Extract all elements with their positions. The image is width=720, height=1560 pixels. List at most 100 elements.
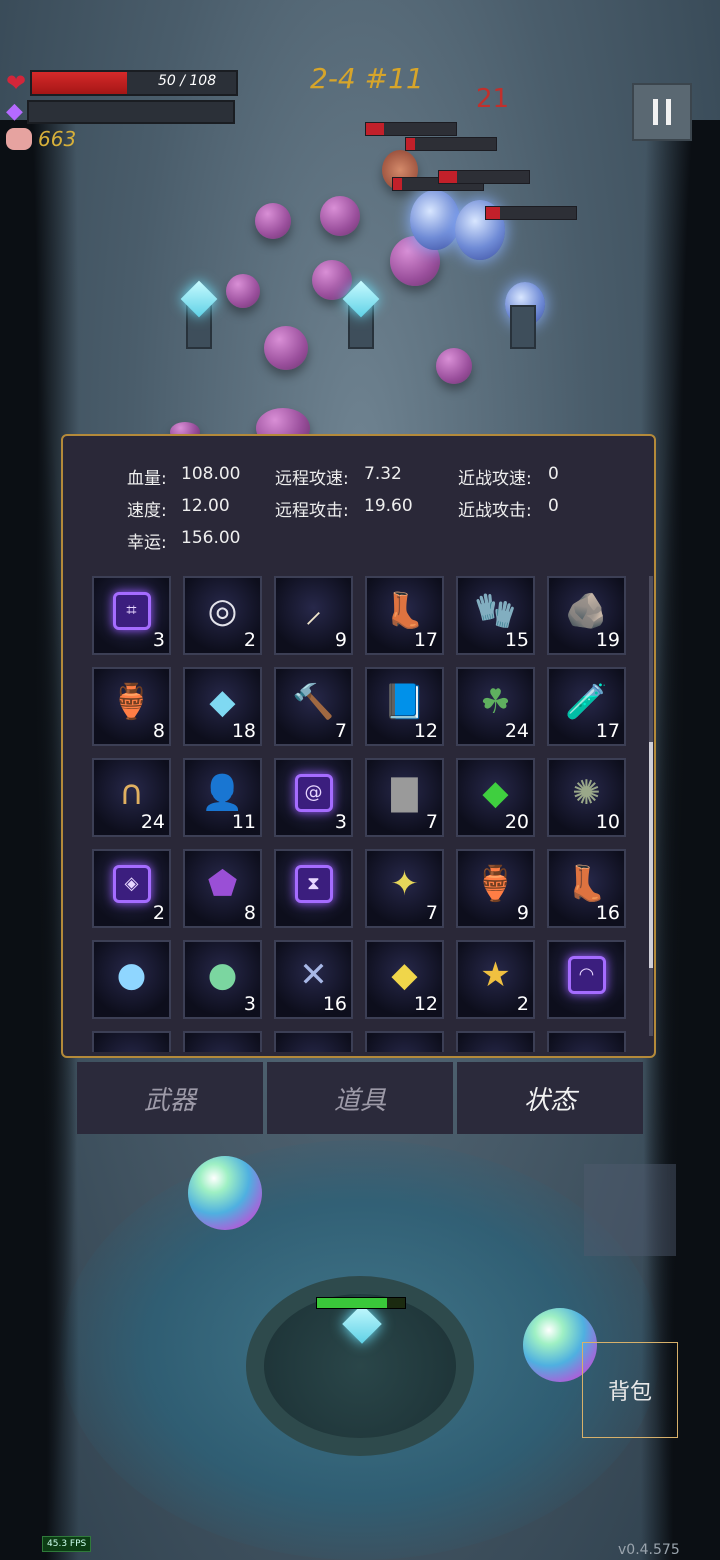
potion-quick-slot[interactable] xyxy=(584,1164,676,1256)
hp-row: ❤ 50 / 108 xyxy=(6,69,239,97)
item-slot[interactable]: ◎ 2 xyxy=(183,576,262,655)
item-slot[interactable] xyxy=(456,1031,535,1052)
item-slot[interactable]: ● xyxy=(92,940,171,1019)
tab-weapons[interactable]: 武器 xyxy=(77,1062,263,1134)
enemy-health-bar xyxy=(365,122,457,136)
item-count: 24 xyxy=(504,720,529,742)
rune-cross-icon: ⌗ xyxy=(112,592,151,630)
star-trophy-icon: ★ xyxy=(480,955,511,995)
hammer-icon: 🔨 xyxy=(292,682,335,722)
enemy-orb xyxy=(226,274,260,308)
pouch-icon: 🏺 xyxy=(474,864,517,904)
tombstone-icon: ▇ xyxy=(391,773,418,813)
scroll-thumb[interactable] xyxy=(649,742,653,968)
item-slot[interactable] xyxy=(92,1031,171,1052)
grid-scrollbar[interactable] xyxy=(649,576,653,1036)
item-slot[interactable]: ● 3 xyxy=(183,940,262,1019)
potion-icon: 🧪 xyxy=(565,682,608,722)
boots-icon: 👢 xyxy=(383,591,426,631)
stat-melee-attack-value: 0 xyxy=(548,496,559,516)
item-slot[interactable]: 👤 11 xyxy=(183,758,262,837)
stone-icon: 🪨 xyxy=(565,591,608,631)
item-slot[interactable]: ✦ 7 xyxy=(365,849,444,928)
item-count: 3 xyxy=(334,811,347,833)
item-slot[interactable] xyxy=(183,1031,262,1052)
hp-text: 50 / 108 xyxy=(157,73,217,89)
item-slot[interactable]: 🪨 19 xyxy=(547,576,626,655)
tab-items[interactable]: 道具 xyxy=(267,1062,453,1134)
item-slot[interactable]: ▇ 7 xyxy=(365,758,444,837)
item-count: 16 xyxy=(595,902,620,924)
item-slot[interactable]: ⬟ 8 xyxy=(183,849,262,928)
item-slot[interactable]: 👢 17 xyxy=(365,576,444,655)
stage-label: 2-4 #11 xyxy=(310,62,424,95)
item-slot[interactable]: ☘ 24 xyxy=(456,667,535,746)
stat-ranged-speed-value: 7.32 xyxy=(364,464,402,484)
enemy-orb xyxy=(320,196,360,236)
pause-button[interactable] xyxy=(632,83,692,141)
pillar xyxy=(510,305,536,349)
stat-melee-speed-value: 0 xyxy=(548,464,559,484)
player-health-bar xyxy=(316,1297,406,1309)
item-slot[interactable] xyxy=(365,1031,444,1052)
item-slot[interactable] xyxy=(547,1031,626,1052)
stat-speed-label: 速度: xyxy=(127,501,167,521)
mana-row: ◆ xyxy=(6,99,235,124)
item-slot[interactable]: ◠ xyxy=(547,940,626,1019)
tab-status[interactable]: 状态 xyxy=(457,1062,643,1134)
mana-bar xyxy=(26,99,235,124)
emerald-icon: ◆ xyxy=(482,773,509,813)
shell-icon: ⬟ xyxy=(207,864,238,904)
item-slot[interactable]: ⌗ 3 xyxy=(92,576,171,655)
rainbow-orb-icon: ● xyxy=(207,955,238,995)
item-slot[interactable]: @3 xyxy=(274,758,353,837)
enemy-ghost xyxy=(410,190,460,250)
item-slot[interactable]: 🔨 7 xyxy=(274,667,353,746)
item-slot[interactable]: 📘 12 xyxy=(365,667,444,746)
item-slot[interactable]: ★ 2 xyxy=(456,940,535,1019)
item-count: 9 xyxy=(334,629,347,651)
clover-icon: ☘ xyxy=(480,682,511,722)
octopus-icon: ✺ xyxy=(572,773,601,813)
item-slot[interactable]: 🏺 8 xyxy=(92,667,171,746)
enemy-orb xyxy=(255,203,291,239)
combo-counter: 21 xyxy=(476,84,510,114)
item-count: 8 xyxy=(152,720,165,742)
item-slot[interactable]: ✕ 16 xyxy=(274,940,353,1019)
enemy-orb xyxy=(436,348,472,384)
item-slot[interactable]: ◆ 20 xyxy=(456,758,535,837)
topaz-icon: ◆ xyxy=(391,955,418,995)
item-slot[interactable]: ◆ 12 xyxy=(365,940,444,1019)
rune-eye-icon: ◈ xyxy=(112,865,151,903)
crystal-icon: ◆ xyxy=(209,682,236,722)
item-slot[interactable]: ∩ 24 xyxy=(92,758,171,837)
item-count: 12 xyxy=(413,720,438,742)
enemy-health-bar xyxy=(485,206,577,220)
item-count: 3 xyxy=(243,993,256,1015)
item-slot[interactable] xyxy=(274,1031,353,1052)
item-slot[interactable]: ◆ 18 xyxy=(183,667,262,746)
enemy-orb xyxy=(264,326,308,370)
item-slot[interactable]: ⸝ 9 xyxy=(274,576,353,655)
pause-icon-bar xyxy=(666,99,671,125)
item-slot[interactable]: ⧗ xyxy=(274,849,353,928)
rune-gauge-icon: ◠ xyxy=(567,956,606,994)
gloves-icon: 🧤 xyxy=(474,591,517,631)
rune-hourglass-icon: ⧗ xyxy=(294,865,333,903)
book-icon: 📘 xyxy=(383,682,426,722)
item-count: 10 xyxy=(595,811,620,833)
item-grid[interactable]: ⌗ 3 ◎ 2 ⸝ 9 👢 17 🧤 15 🪨 19 🏺 8 ◆ 18 🔨 7 📘 12 ☘ 24 🧪 17 ∩ 24 👤 11 @3 ▇… xyxy=(92,576,632,1052)
item-slot[interactable]: 👢 16 xyxy=(547,849,626,928)
bag-button[interactable]: 背包 xyxy=(582,1342,678,1438)
version-label: v0.4.575 xyxy=(618,1542,680,1558)
bottle-icon: 🏺 xyxy=(110,682,153,722)
stat-speed-value: 12.00 xyxy=(181,496,230,516)
item-slot[interactable]: ◈ 2 xyxy=(92,849,171,928)
status-panel: 血量: 108.00 远程攻速: 7.32 近战攻速: 0 速度: 12.00 … xyxy=(61,434,656,1058)
item-slot[interactable]: 🏺 9 xyxy=(456,849,535,928)
sphere-icon: ● xyxy=(116,955,147,995)
item-slot[interactable]: 🧪 17 xyxy=(547,667,626,746)
cloak-icon: 👤 xyxy=(201,773,244,813)
item-slot[interactable]: 🧤 15 xyxy=(456,576,535,655)
item-slot[interactable]: ✺ 10 xyxy=(547,758,626,837)
